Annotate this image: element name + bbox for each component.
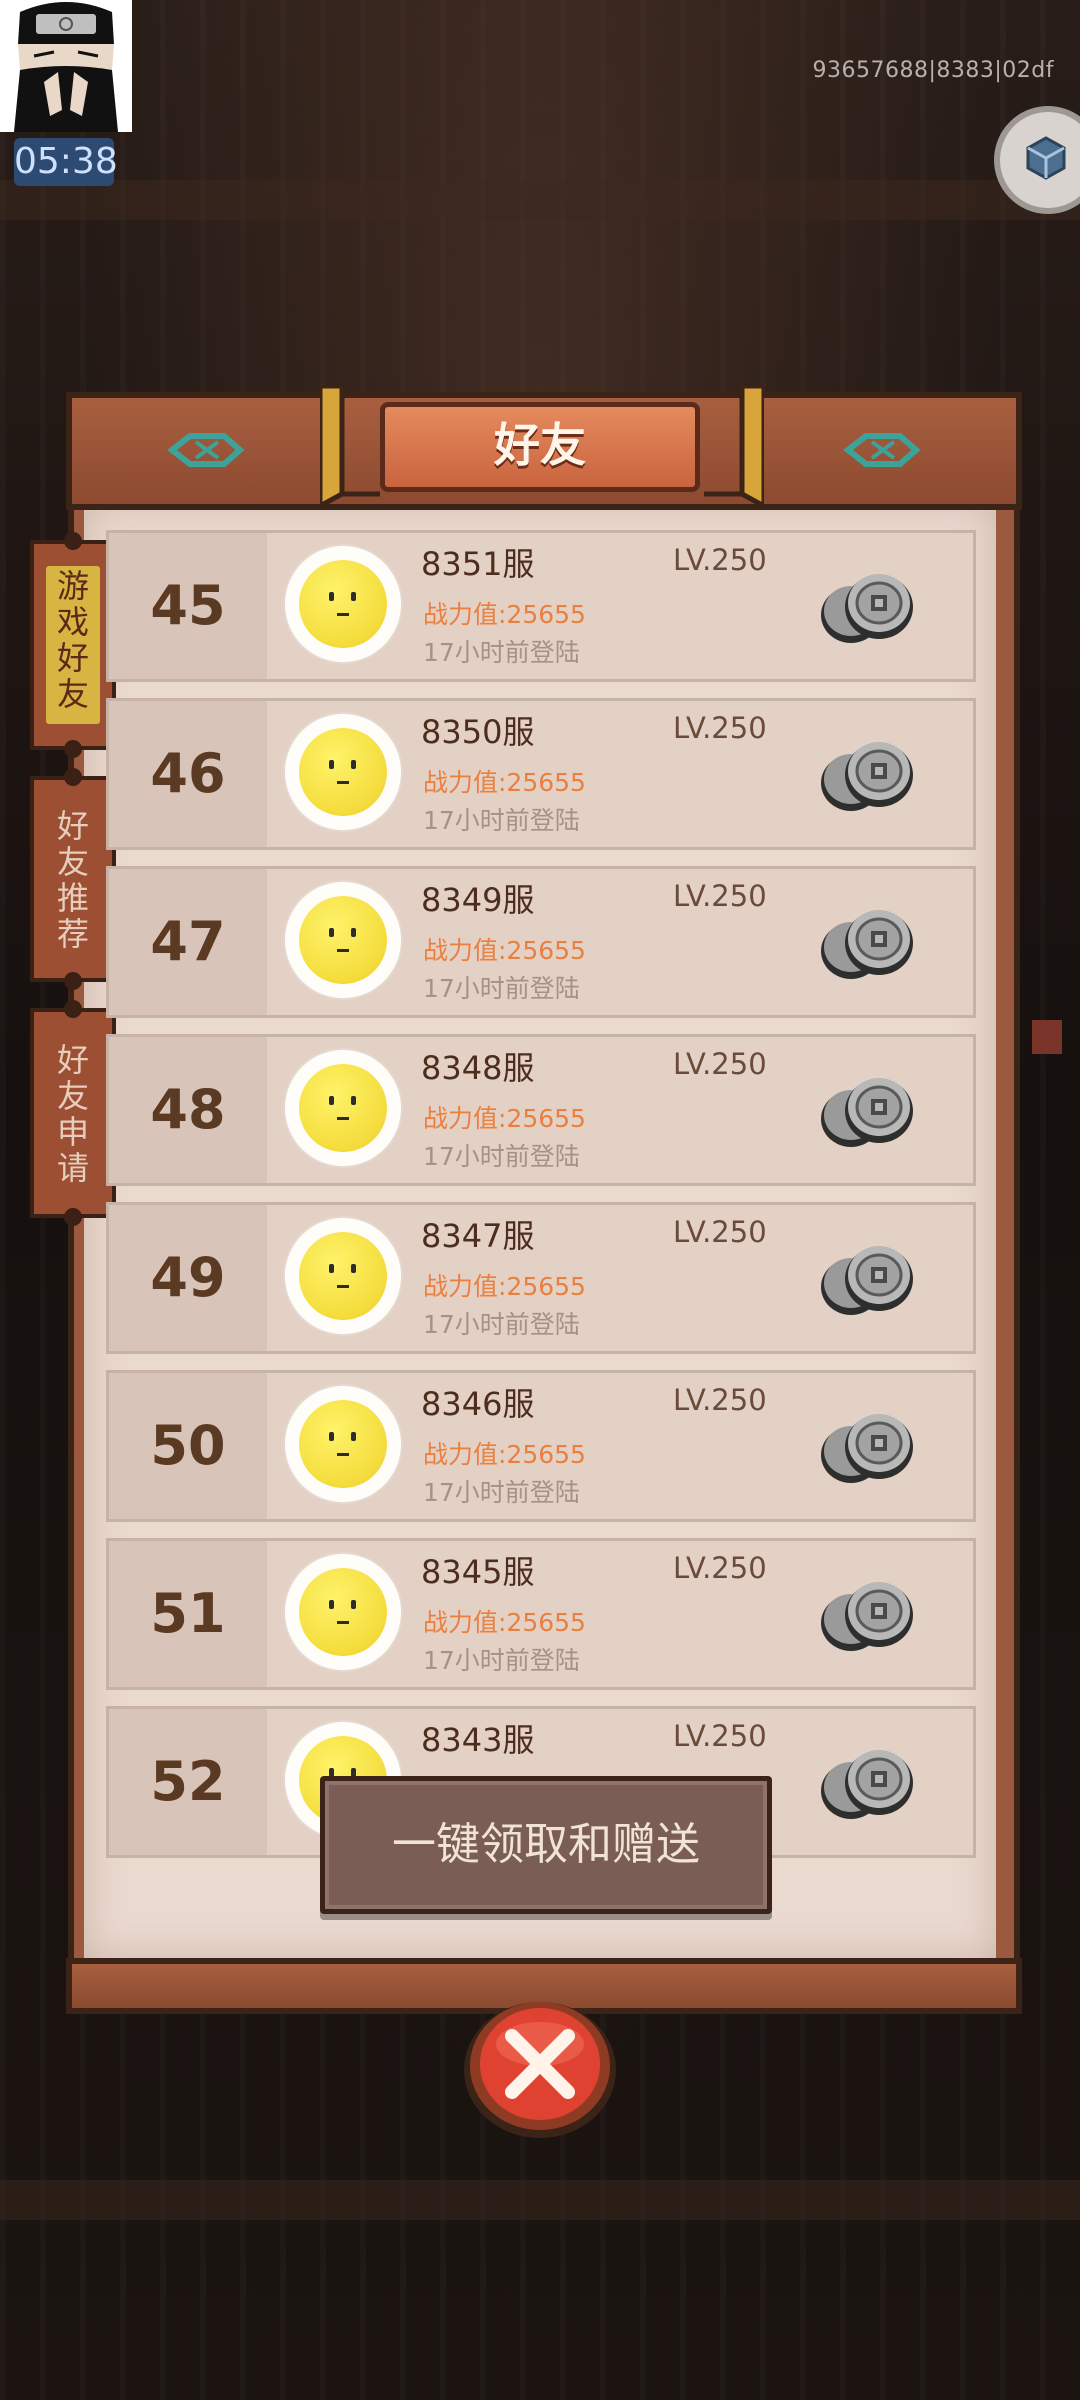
avatar-eye — [329, 760, 334, 769]
server-label: 8347服 — [421, 1217, 535, 1255]
power-label: 战力值:25655 — [423, 1608, 586, 1637]
avatar-eye — [329, 1264, 334, 1273]
rank-number: 47 — [150, 910, 226, 973]
avatar-eye — [329, 1600, 334, 1609]
avatar-mouth — [337, 1621, 349, 1624]
avatar-mouth — [337, 1453, 349, 1456]
avatar[interactable] — [299, 560, 387, 648]
tab-label: 好友推荐 — [56, 807, 89, 953]
player-avatar[interactable] — [0, 0, 132, 132]
level-label: LV.250 — [673, 1551, 767, 1585]
rank-number: 46 — [150, 742, 226, 805]
coin-stack-icon[interactable] — [817, 1405, 917, 1491]
avatar-eye — [351, 1096, 356, 1105]
close-button[interactable] — [462, 1990, 618, 2138]
coin-stack-icon[interactable] — [817, 1237, 917, 1323]
level-label: LV.250 — [673, 1383, 767, 1417]
avatar-eye — [329, 1096, 334, 1105]
last-login-label: 17小时前登陆 — [423, 1310, 580, 1339]
page-title: 好友 — [494, 418, 586, 472]
server-label: 8343服 — [421, 1721, 535, 1759]
last-login-label: 17小时前登陆 — [423, 1142, 580, 1171]
collect-and-send-all-button[interactable]: 一键领取和赠送 — [320, 1776, 772, 1914]
last-login-label: 17小时前登陆 — [423, 1478, 580, 1507]
session-id-label: 93657688|8383|02df — [812, 58, 1054, 83]
server-label: 8351服 — [421, 545, 535, 583]
level-label: LV.250 — [673, 879, 767, 913]
tab-label: 好友申请 — [56, 1041, 89, 1187]
coin-stack-icon[interactable] — [817, 901, 917, 987]
rank-number: 50 — [150, 1414, 226, 1477]
tab-friend-recommend[interactable]: 好友推荐 — [30, 768, 116, 990]
avatar-mouth — [337, 1117, 349, 1120]
last-login-label: 17小时前登陆 — [423, 638, 580, 667]
avatar-eye — [351, 928, 356, 937]
level-label: LV.250 — [673, 1215, 767, 1249]
cube-icon — [1026, 136, 1066, 180]
tab-label: 游戏好友 — [56, 567, 89, 713]
last-login-label: 17小时前登陆 — [423, 1646, 580, 1675]
avatar-mouth — [337, 781, 349, 784]
avatar-mouth — [337, 1285, 349, 1288]
avatar[interactable] — [299, 1568, 387, 1656]
server-label: 8349服 — [421, 881, 535, 919]
tab-game-friends[interactable]: 游戏好友 — [30, 532, 116, 758]
friend-row[interactable]: 48 8348服 LV.250 战力值:25655 17小时前登陆 — [106, 1034, 976, 1186]
server-label: 8345服 — [421, 1553, 535, 1591]
avatar-eye — [329, 1432, 334, 1441]
rank-number: 49 — [150, 1246, 226, 1309]
tab-friend-requests[interactable]: 好友申请 — [30, 1000, 116, 1226]
rank-number: 51 — [150, 1582, 226, 1645]
server-label: 8350服 — [421, 713, 535, 751]
avatar-eye — [351, 1432, 356, 1441]
power-label: 战力值:25655 — [423, 1440, 586, 1469]
fish-emblem-icon — [167, 433, 245, 467]
avatar-mouth — [337, 613, 349, 616]
level-label: LV.250 — [673, 1047, 767, 1081]
avatar-eye — [351, 760, 356, 769]
power-label: 战力值:25655 — [423, 768, 586, 797]
last-login-label: 17小时前登陆 — [423, 806, 580, 835]
avatar[interactable] — [299, 1232, 387, 1320]
power-label: 战力值:25655 — [423, 1272, 586, 1301]
avatar-mouth — [337, 949, 349, 952]
level-label: LV.250 — [673, 711, 767, 745]
power-label: 战力值:25655 — [423, 1104, 586, 1133]
friend-row[interactable]: 51 8345服 LV.250 战力值:25655 17小时前登陆 — [106, 1538, 976, 1690]
coin-stack-icon[interactable] — [817, 565, 917, 651]
rank-number: 48 — [150, 1078, 226, 1141]
rank-number: 52 — [150, 1750, 226, 1813]
level-label: LV.250 — [673, 543, 767, 577]
avatar-eye — [351, 592, 356, 601]
server-label: 8346服 — [421, 1385, 535, 1423]
avatar-eye — [351, 1600, 356, 1609]
avatar-eye — [351, 1264, 356, 1273]
fish-emblem-icon — [843, 433, 921, 467]
coin-stack-icon[interactable] — [817, 1573, 917, 1659]
friend-row[interactable]: 50 8346服 LV.250 战力值:25655 17小时前登陆 — [106, 1370, 976, 1522]
friend-row[interactable]: 47 8349服 LV.250 战力值:25655 17小时前登陆 — [106, 866, 976, 1018]
avatar-eye — [329, 592, 334, 601]
friend-row[interactable]: 45 8351服 LV.250 战力值:25655 17小时前登陆 — [106, 530, 976, 682]
friend-row[interactable]: 49 8347服 LV.250 战力值:25655 17小时前登陆 — [106, 1202, 976, 1354]
server-label: 8348服 — [421, 1049, 535, 1087]
power-label: 战力值:25655 — [423, 600, 586, 629]
power-label: 战力值:25655 — [423, 936, 586, 965]
level-label: LV.250 — [673, 1719, 767, 1753]
avatar-eye — [329, 928, 334, 937]
avatar[interactable] — [299, 1064, 387, 1152]
side-marker — [1032, 1020, 1062, 1054]
timer-badge: 05:38 — [14, 138, 118, 186]
rank-number: 45 — [150, 574, 226, 637]
coin-stack-icon[interactable] — [817, 1069, 917, 1155]
avatar[interactable] — [299, 896, 387, 984]
avatar[interactable] — [299, 728, 387, 816]
coin-stack-icon[interactable] — [817, 1741, 917, 1827]
friend-row[interactable]: 46 8350服 LV.250 战力值:25655 17小时前登陆 — [106, 698, 976, 850]
avatar[interactable] — [299, 1400, 387, 1488]
coin-stack-icon[interactable] — [817, 733, 917, 819]
last-login-label: 17小时前登陆 — [423, 974, 580, 1003]
